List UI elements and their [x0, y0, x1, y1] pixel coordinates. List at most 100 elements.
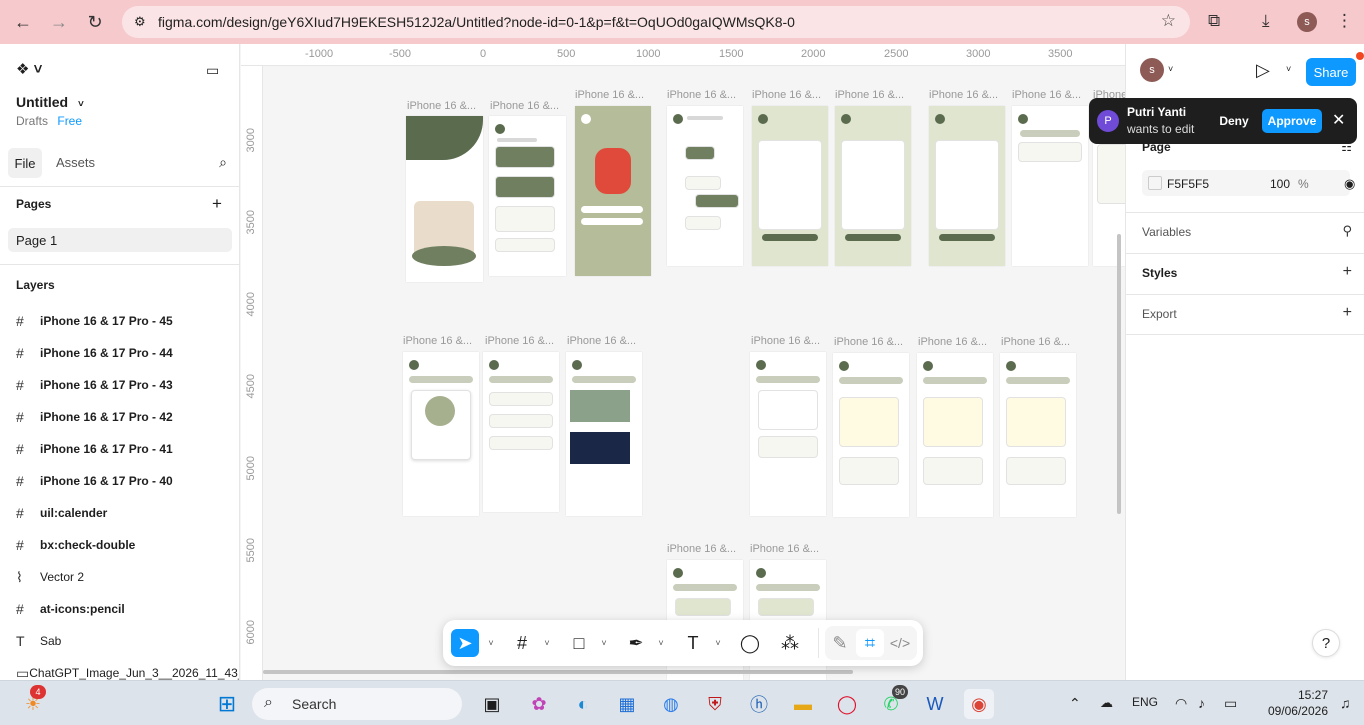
chevron-down-icon[interactable]: ˅	[541, 629, 553, 657]
color-hex[interactable]: F5F5F5	[1167, 177, 1209, 191]
store-icon[interactable]: ▦	[612, 689, 642, 719]
volume-icon[interactable]: ♪	[1198, 695, 1205, 711]
frame-label[interactable]: iPhone 16 &...	[751, 335, 820, 347]
battery-icon[interactable]: ▭	[1224, 695, 1237, 712]
phone-frame[interactable]	[403, 352, 479, 516]
phone-frame[interactable]	[752, 106, 828, 266]
address-bar[interactable]: ⚙ figma.com/design/geY6XIud7H9EKESH512J2…	[122, 6, 1190, 38]
phone-frame[interactable]	[917, 353, 993, 517]
chevron-down-icon[interactable]: ˅	[655, 629, 667, 657]
phone-frame[interactable]	[489, 116, 566, 276]
opacity-value[interactable]: 100	[1270, 177, 1290, 191]
phone-frame[interactable]	[1012, 106, 1088, 266]
browser-menu-icon[interactable]: ⋮	[1336, 11, 1353, 31]
design-canvas[interactable]: -1000 -500 0 500 1000 1500 2000 2500 300…	[241, 44, 1125, 680]
phone-frame[interactable]	[406, 116, 483, 282]
frame-label[interactable]: iPhone 16 &...	[490, 100, 559, 112]
present-icon[interactable]: ▷	[1256, 60, 1270, 81]
site-settings-icon[interactable]: ⚙	[134, 14, 146, 30]
frame-label[interactable]: iPhone 16 &...	[667, 89, 736, 101]
dev-mode-icon[interactable]: </>	[886, 629, 914, 657]
taskbar-search[interactable]: ⌕ Search	[252, 688, 462, 720]
layer-item[interactable]: # iPhone 16 & 17 Pro - 43	[16, 369, 239, 401]
frame-label[interactable]: iPhone 16 &...	[1012, 89, 1081, 101]
phone-frame[interactable]	[833, 353, 909, 517]
phone-frame[interactable]	[483, 352, 559, 512]
frame-label[interactable]: iPhone 16 &...	[752, 89, 821, 101]
toggle-sidebar-icon[interactable]: ▭	[206, 62, 219, 79]
frame-label[interactable]: iPhone 16 &...	[575, 89, 644, 101]
mcafee-icon[interactable]: ⛨	[700, 689, 730, 719]
frame-label[interactable]: iPhone 16 &...	[750, 543, 819, 555]
phone-frame[interactable]	[835, 106, 911, 266]
chevron-down-icon[interactable]: ˅	[598, 629, 610, 657]
phone-frame[interactable]	[929, 106, 1005, 266]
layer-item[interactable]: # iPhone 16 & 17 Pro - 41	[16, 433, 239, 465]
rectangle-tool-icon[interactable]: □	[565, 629, 593, 657]
language-indicator[interactable]: ENG	[1132, 695, 1158, 709]
profile-avatar[interactable]: s	[1297, 12, 1317, 32]
search-icon[interactable]: ⌕	[219, 154, 227, 171]
main-menu-icon[interactable]: ❖ ˅	[16, 60, 42, 78]
frame-label[interactable]: iPhone 16 &...	[407, 100, 476, 112]
page-color-field[interactable]: F5F5F5 100 %	[1142, 170, 1350, 196]
layer-item[interactable]: T Sab	[16, 625, 239, 657]
frame-tool-icon[interactable]: #	[508, 629, 536, 657]
copilot-icon[interactable]: ✿	[524, 689, 554, 719]
file-name[interactable]: Untitled ˅	[16, 94, 84, 110]
horizontal-scrollbar[interactable]	[263, 670, 853, 674]
layer-item[interactable]: # iPhone 16 & 17 Pro - 42	[16, 401, 239, 433]
comment-tool-icon[interactable]: ◯	[736, 629, 764, 657]
text-tool-icon[interactable]: T	[679, 629, 707, 657]
forward-icon[interactable]: →	[47, 10, 71, 34]
plan-badge[interactable]: Free	[57, 114, 82, 128]
phone-frame[interactable]	[667, 106, 743, 266]
clock[interactable]: 15:27 09/06/2026	[1262, 687, 1328, 719]
add-style-icon[interactable]: +	[1343, 263, 1352, 281]
page-item[interactable]: Page 1	[8, 228, 232, 252]
add-export-icon[interactable]: +	[1343, 304, 1352, 322]
chevron-down-icon[interactable]: ˅	[485, 629, 497, 657]
layer-item[interactable]: ⌇ Vector 2	[16, 561, 239, 593]
close-icon[interactable]: ✕	[1332, 110, 1345, 130]
frame-label[interactable]: iPhone 16 &...	[667, 543, 736, 555]
tab-file[interactable]: File	[8, 148, 42, 178]
layer-item[interactable]: # iPhone 16 & 17 Pro - 40	[16, 465, 239, 497]
bookmark-star-icon[interactable]: ☆	[1161, 11, 1176, 31]
layer-item[interactable]: # uil:calender	[16, 497, 239, 529]
approve-button[interactable]: Approve	[1262, 109, 1322, 133]
network-status-icon[interactable]: ☁	[1100, 695, 1113, 711]
chevron-down-icon[interactable]: ˅	[1286, 64, 1291, 74]
frame-label[interactable]: iPhone 16 &...	[835, 89, 904, 101]
task-view-icon[interactable]: ▣	[477, 689, 507, 719]
phone-frame[interactable]	[1000, 353, 1076, 517]
actions-icon[interactable]: ⁂	[776, 629, 804, 657]
deny-button[interactable]: Deny	[1213, 109, 1255, 133]
vertical-scrollbar[interactable]	[1117, 234, 1121, 514]
add-page-icon[interactable]: +	[212, 194, 222, 214]
hp-icon[interactable]: ⓗ	[744, 689, 774, 719]
layer-item[interactable]: # iPhone 16 & 17 Pro - 45	[16, 305, 239, 337]
tab-assets[interactable]: Assets	[56, 155, 95, 170]
phone-frame[interactable]	[750, 352, 826, 516]
eye-icon[interactable]: ◉	[1344, 176, 1355, 192]
share-button[interactable]: Share	[1306, 58, 1356, 86]
phone-frame[interactable]	[575, 106, 651, 276]
help-button[interactable]: ?	[1312, 629, 1340, 657]
frame-label[interactable]: iPhone 16 &...	[929, 89, 998, 101]
color-swatch[interactable]	[1148, 176, 1162, 190]
frame-label[interactable]: iPhone 16 &...	[485, 335, 554, 347]
word-icon[interactable]: W	[920, 689, 950, 719]
app-icon[interactable]: ◍	[656, 689, 686, 719]
notifications-icon[interactable]: ♫	[1340, 695, 1351, 711]
frame-label[interactable]: iPhone 16 &...	[918, 336, 987, 348]
opera-icon[interactable]: ◯	[832, 689, 862, 719]
back-icon[interactable]: ←	[11, 10, 35, 34]
wifi-icon[interactable]: ◠	[1175, 695, 1187, 712]
start-icon[interactable]: ⊞	[212, 689, 242, 719]
phone-frame[interactable]	[566, 352, 642, 516]
reload-icon[interactable]: ↻	[83, 10, 107, 34]
move-tool-icon[interactable]: ➤	[451, 629, 479, 657]
chevron-up-icon[interactable]: ⌃	[1069, 695, 1081, 712]
pen-tool-icon[interactable]: ✒	[622, 629, 650, 657]
